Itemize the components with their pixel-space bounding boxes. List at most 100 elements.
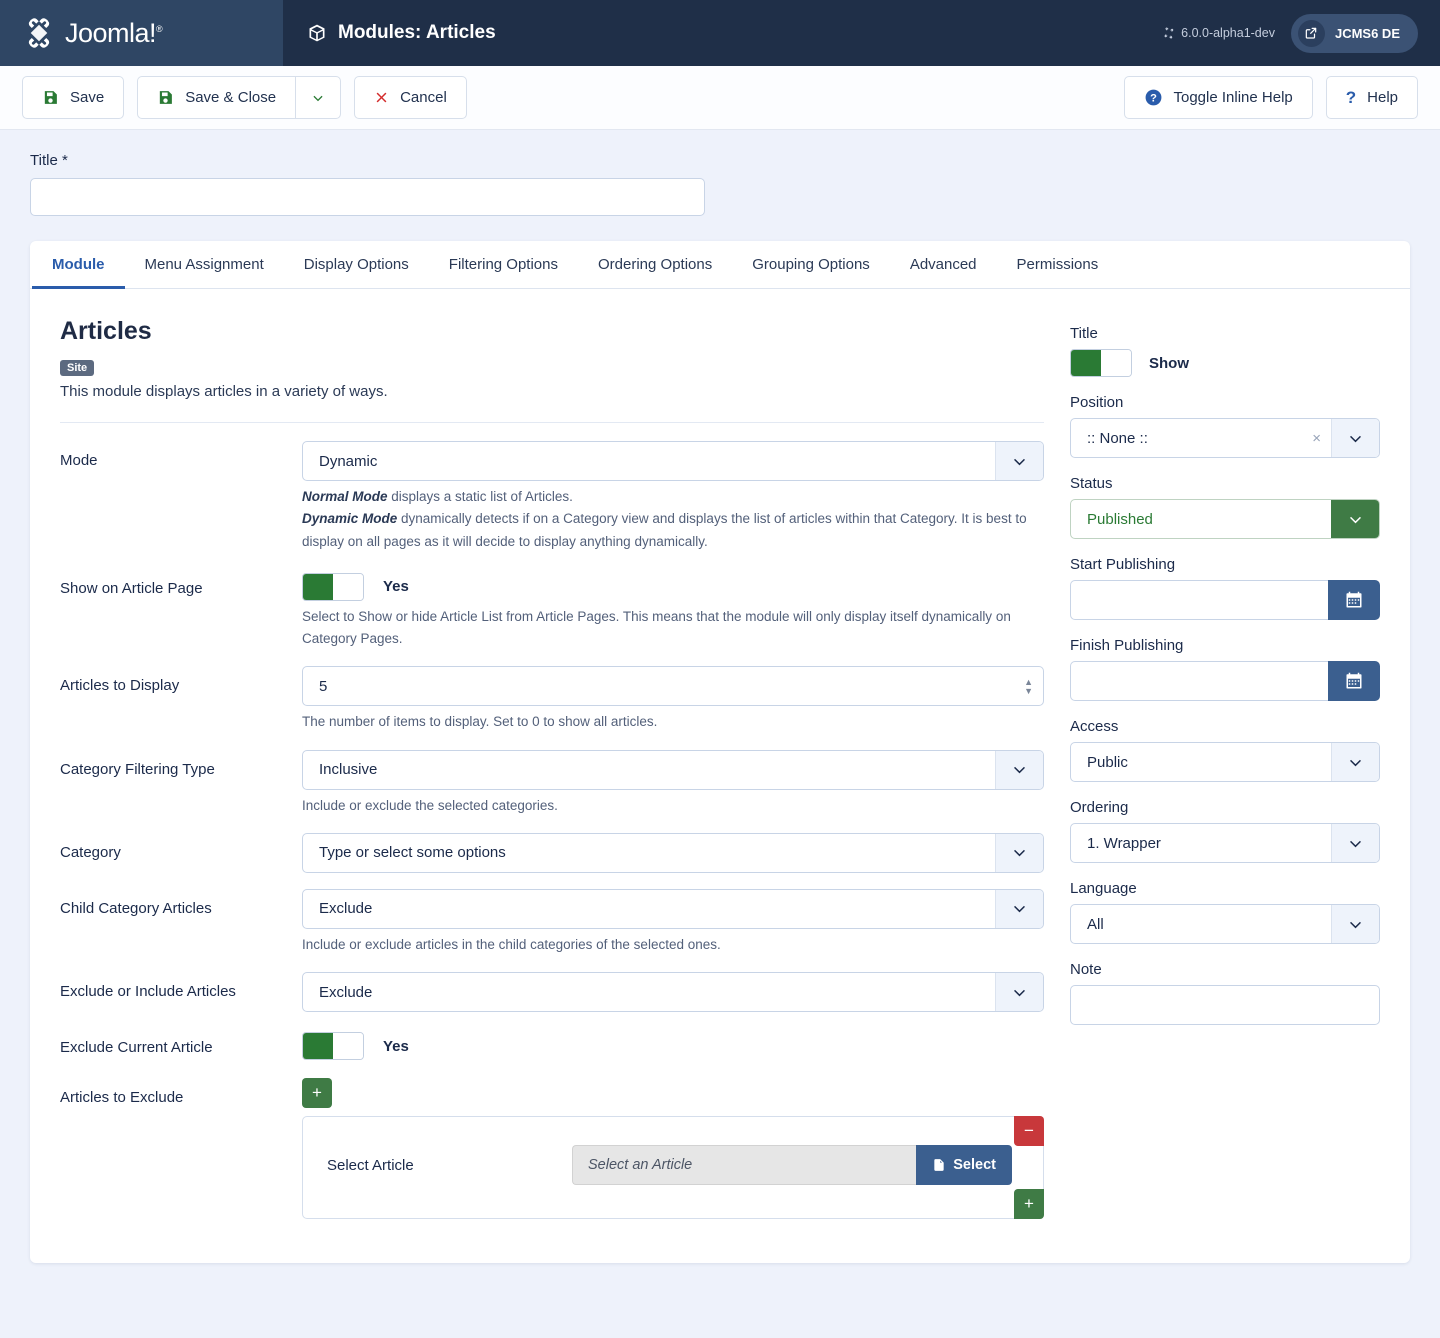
sidebar-field-status: Status Published (1070, 475, 1380, 539)
child-category-articles-label: Child Category Articles (60, 899, 212, 917)
toggle-inline-help-button[interactable]: ? Toggle Inline Help (1123, 76, 1313, 119)
select-article-input[interactable]: Select an Article (572, 1145, 917, 1186)
sidebar-title-label: Title (1070, 325, 1098, 342)
exclude-current-article-toggle[interactable] (302, 1032, 364, 1061)
save-dropdown-toggle[interactable] (295, 76, 342, 119)
tab-grouping-options[interactable]: Grouping Options (732, 241, 890, 289)
cancel-button[interactable]: Cancel (354, 76, 467, 119)
title-field-label: Title * (30, 152, 68, 169)
sidebar-field-language: Language All (1070, 880, 1380, 944)
sidebar-field-title: Title Show (1070, 325, 1380, 377)
module-name: Articles (60, 317, 152, 345)
field-articles-to-display: Articles to Display 5 ▲ ▼ The number of … (60, 666, 1044, 733)
toggle-on-half (303, 573, 333, 600)
child-category-articles-value: Exclude (319, 900, 373, 918)
status-select[interactable]: Published (1070, 499, 1380, 539)
brand-area[interactable]: Joomla!® (0, 0, 283, 66)
select-article-button[interactable]: Select (916, 1145, 1012, 1186)
title-area: Title * (0, 130, 1440, 216)
add-row-button[interactable]: + (1014, 1189, 1044, 1220)
tab-advanced[interactable]: Advanced (890, 241, 997, 289)
position-value: :: None :: (1087, 429, 1148, 447)
sidebar-title-toggle[interactable] (1070, 349, 1132, 377)
exclude-or-include-articles-select[interactable]: Exclude (302, 972, 1044, 1013)
module-edit-card: Module Menu Assignment Display Options F… (30, 241, 1410, 1264)
chevron-down-icon (1331, 905, 1379, 943)
tab-module[interactable]: Module (32, 241, 125, 289)
field-articles-to-exclude: Articles to Exclude + − Select Article S… (60, 1078, 1044, 1220)
add-article-to-exclude-button[interactable]: + (302, 1078, 332, 1109)
show-on-article-page-toggle[interactable] (302, 572, 364, 601)
start-publishing-label: Start Publishing (1070, 556, 1176, 573)
sidebar-title-value: Show (1149, 354, 1189, 372)
exclude-or-include-articles-value: Exclude (319, 983, 373, 1001)
joomla-small-icon (1164, 27, 1174, 39)
note-input[interactable] (1070, 985, 1380, 1025)
access-select[interactable]: Public (1070, 742, 1380, 782)
articles-to-display-input[interactable]: 5 ▲ ▼ (302, 666, 1044, 707)
finish-publishing-input[interactable] (1070, 661, 1328, 701)
tab-filtering-options[interactable]: Filtering Options (429, 241, 578, 289)
remove-row-button[interactable]: − (1014, 1116, 1044, 1147)
joomla-mark-icon (28, 18, 50, 48)
sidebar-field-access: Access Public (1070, 718, 1380, 782)
category-select[interactable]: Type or select some options (302, 832, 1044, 873)
language-select[interactable]: All (1070, 904, 1380, 944)
position-select[interactable]: :: None :: × (1070, 418, 1380, 458)
save-button[interactable]: Save (22, 76, 125, 119)
title-input[interactable] (30, 178, 705, 216)
language-value: All (1087, 915, 1104, 933)
toolbar: Save Save & Close Cancel ? Toggle Inline… (0, 66, 1440, 130)
child-category-articles-select[interactable]: Exclude (302, 888, 1044, 929)
stepper-down-icon[interactable]: ▼ (1024, 686, 1033, 695)
start-publishing-calendar-button[interactable] (1328, 580, 1380, 620)
help-button[interactable]: ? Help (1325, 76, 1418, 119)
visit-site-button[interactable]: JCMS6 DE (1290, 13, 1418, 53)
sidebar-status-label: Status (1070, 475, 1113, 492)
ordering-select[interactable]: 1. Wrapper (1070, 823, 1380, 863)
page-title: Modules: Articles (283, 0, 1163, 66)
sidebar-field-start-publishing: Start Publishing (1070, 556, 1380, 620)
stepper-up-icon[interactable]: ▲ (1024, 677, 1033, 686)
tab-ordering-options[interactable]: Ordering Options (578, 241, 732, 289)
sidebar-field-finish-publishing: Finish Publishing (1070, 637, 1380, 701)
category-filtering-type-select[interactable]: Inclusive (302, 749, 1044, 790)
joomla-logo: Joomla!® (22, 16, 163, 50)
clear-position-icon[interactable]: × (1312, 430, 1321, 447)
articles-to-display-help: The number of items to display. Set to 0… (302, 714, 658, 730)
select-article-field: Select an Article Select (572, 1145, 1012, 1186)
tab-bar: Module Menu Assignment Display Options F… (30, 241, 1410, 289)
ordering-value: 1. Wrapper (1087, 834, 1161, 852)
save-close-group: Save & Close (137, 76, 342, 119)
category-filtering-type-help: Include or exclude the selected categori… (302, 797, 558, 813)
save-icon (160, 91, 173, 104)
chevron-down-icon (1331, 824, 1379, 862)
module-sidebar: Title Show Position :: None :: × Status … (1070, 317, 1380, 1225)
show-on-article-page-help: Select to Show or hide Article List from… (302, 608, 1011, 647)
ordering-label: Ordering (1070, 799, 1129, 816)
tab-menu-assignment[interactable]: Menu Assignment (125, 241, 284, 289)
articles-to-display-label: Articles to Display (60, 677, 180, 695)
chevron-down-icon (995, 889, 1043, 928)
child-category-articles-help: Include or exclude articles in the child… (302, 936, 721, 952)
save-icon (44, 91, 57, 104)
field-category: Category Type or select some options (60, 832, 1044, 873)
tab-permissions[interactable]: Permissions (997, 241, 1119, 289)
finish-publishing-label: Finish Publishing (1070, 637, 1184, 654)
save-close-button[interactable]: Save & Close (137, 76, 296, 119)
header-actions: 6.0.0-alpha1-dev JCMS6 DE (1163, 0, 1440, 66)
mode-select[interactable]: Dynamic (302, 441, 1044, 481)
finish-publishing-calendar-button[interactable] (1328, 661, 1380, 701)
tab-display-options[interactable]: Display Options (284, 241, 429, 289)
articles-to-exclude-label: Articles to Exclude (60, 1089, 184, 1107)
select-article-subform: − Select Article Select an Article Selec… (302, 1116, 1044, 1220)
help-label: Help (1367, 89, 1398, 106)
field-mode: Mode Dynamic Normal Mode displays a stat… (60, 441, 1044, 553)
app-header: Joomla!® Modules: Articles 6.0.0-alpha1-… (0, 0, 1440, 66)
number-stepper[interactable]: ▲ ▼ (1024, 677, 1033, 695)
show-on-article-page-label: Show on Article Page (60, 579, 203, 597)
toggle-inline-help-label: Toggle Inline Help (1173, 89, 1293, 106)
module-description: This module displays articles in a varie… (60, 383, 388, 400)
start-publishing-input[interactable] (1070, 580, 1328, 620)
save-close-label: Save & Close (185, 89, 277, 106)
